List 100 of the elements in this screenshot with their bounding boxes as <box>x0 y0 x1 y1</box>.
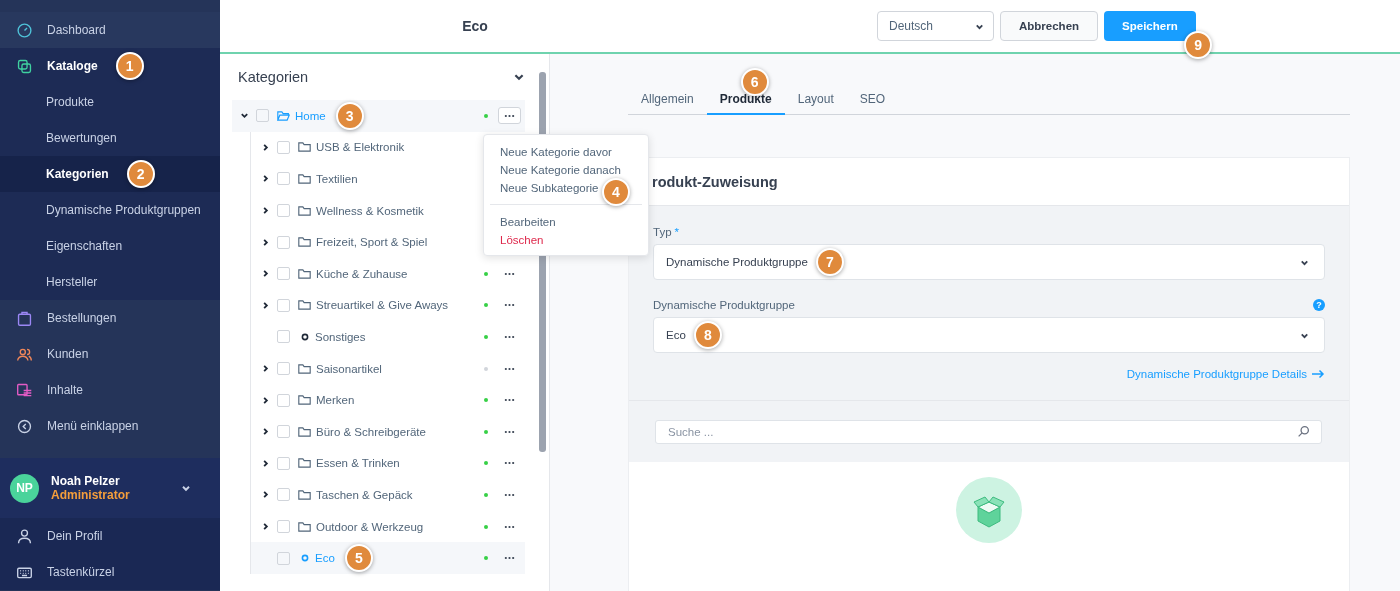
user-name: Noah Pelzer <box>51 474 121 488</box>
select-field[interactable]: Eco 8 <box>653 317 1325 353</box>
checkbox[interactable] <box>277 520 290 533</box>
chevron-right-icon[interactable] <box>261 142 270 152</box>
select-field[interactable]: Dynamische Produktgruppe 7 <box>653 244 1325 280</box>
category-name[interactable]: Sonstiges <box>315 330 366 343</box>
checkbox[interactable] <box>277 456 290 470</box>
more-icon <box>504 334 515 339</box>
checkbox[interactable] <box>277 267 290 281</box>
folder-icon <box>298 204 311 217</box>
checkbox[interactable] <box>277 298 290 312</box>
nav-item[interactable]: Hersteller <box>0 264 220 300</box>
more-icon <box>504 429 515 434</box>
nav-item[interactable]: Kunden <box>0 336 220 372</box>
box-icon <box>956 477 1022 543</box>
menu-item[interactable]: Bearbeiten <box>500 213 556 232</box>
category-name[interactable]: Büro & Schreibgeräte <box>316 425 426 438</box>
checkbox[interactable] <box>277 551 290 565</box>
search-field[interactable]: Suche ... <box>655 420 1322 444</box>
step-badge: 7 <box>815 248 844 276</box>
nav-item[interactable]: Dashboard <box>0 12 220 48</box>
folder-icon <box>298 141 311 154</box>
step-badge: 2 <box>126 160 155 188</box>
checkbox[interactable] <box>277 172 290 186</box>
gauge-icon <box>16 21 33 39</box>
nav-item[interactable]: Dynamische Produktgruppen <box>0 192 220 228</box>
folder-icon <box>298 425 311 438</box>
nav-item[interactable]: Bewertungen <box>0 120 220 156</box>
nav-item[interactable]: Produkte <box>0 84 220 120</box>
menu-item[interactable]: Neue Kategorie danach <box>500 161 621 180</box>
folder-icon <box>298 299 311 312</box>
more-icon <box>504 303 515 308</box>
chevron-right-icon[interactable] <box>261 427 270 437</box>
required-mark: * <box>674 226 680 238</box>
collapse-icon <box>16 417 33 435</box>
tab[interactable]: SEO <box>846 92 899 115</box>
folder-icon <box>298 173 311 185</box>
more-button[interactable] <box>498 107 521 125</box>
nav-item[interactable]: Kataloge 1 <box>0 48 220 84</box>
checkbox[interactable] <box>277 235 290 249</box>
tab[interactable]: Layout <box>784 92 847 115</box>
panel-title: Kategorien <box>238 69 309 85</box>
more-icon <box>504 556 515 561</box>
category-name[interactable]: Freizeit, Sport & Spiel <box>316 236 428 249</box>
chevron-down-icon[interactable] <box>240 111 249 121</box>
category-name[interactable]: Merken <box>316 394 355 407</box>
category-name[interactable]: Taschen & Gepäck <box>316 488 413 501</box>
category-name[interactable]: Essen & Trinken <box>316 457 400 470</box>
checkbox[interactable] <box>277 140 290 154</box>
folder-icon <box>298 236 311 249</box>
chevron-right-icon[interactable] <box>261 237 270 247</box>
chevron-right-icon[interactable] <box>261 458 270 468</box>
nav-item[interactable]: Kategorien 2 <box>0 156 220 192</box>
tab[interactable]: Allgemein <box>628 92 707 115</box>
checkbox[interactable] <box>277 488 290 502</box>
step-badge: 4 <box>602 178 630 207</box>
chevron-right-icon[interactable] <box>261 395 270 405</box>
checkbox[interactable] <box>277 393 290 407</box>
nav-item[interactable]: Bestellungen <box>0 300 220 336</box>
menu-item[interactable]: Neue Kategorie davor <box>500 143 612 162</box>
category-name[interactable]: Küche & Zuhause <box>316 267 408 280</box>
chevron-right-icon[interactable] <box>261 300 270 310</box>
copy-icon <box>16 57 33 75</box>
menu-item[interactable]: Neue Subkategorie <box>500 179 599 198</box>
language-select[interactable]: Deutsch <box>877 11 994 41</box>
category-name[interactable]: Saisonartikel <box>316 362 382 375</box>
folder-icon <box>298 457 311 470</box>
category-name[interactable]: Textilien <box>316 173 358 185</box>
checkbox[interactable] <box>277 425 290 439</box>
chevron-right-icon[interactable] <box>261 269 270 279</box>
chevron-right-icon[interactable] <box>261 522 270 531</box>
nav-item[interactable]: Inhalte <box>0 372 220 408</box>
field-label: Typ <box>653 226 672 238</box>
category-name[interactable]: Wellness & Kosmetik <box>316 204 424 217</box>
content-icon <box>16 381 33 399</box>
user-panel[interactable]: NP Noah Pelzer Administrator <box>0 458 220 518</box>
search-icon[interactable] <box>1297 425 1310 438</box>
checkbox[interactable] <box>256 109 269 123</box>
checkbox[interactable] <box>277 204 290 218</box>
folder-icon <box>298 520 311 533</box>
chevron-right-icon[interactable] <box>261 206 270 216</box>
category-name[interactable]: Streuartikel & Give Aways <box>316 299 449 312</box>
chevron-right-icon[interactable] <box>261 490 270 500</box>
step-badge: 1 <box>115 52 144 80</box>
avatar: NP <box>10 473 39 503</box>
nav-item[interactable]: Eigenschaften <box>0 228 220 264</box>
menu-item[interactable]: Löschen <box>500 231 544 250</box>
category-name[interactable]: Outdoor & Werkzeug <box>316 520 424 533</box>
cancel-button[interactable]: Abbrechen <box>1000 11 1099 41</box>
checkbox[interactable] <box>277 330 290 344</box>
category-name[interactable]: USB & Elektronik <box>316 141 405 154</box>
arrow-right-icon <box>1311 369 1325 379</box>
page-title: Eco <box>461 18 489 34</box>
folder-icon <box>298 488 311 501</box>
nav-item[interactable]: Dein Profil <box>0 518 220 554</box>
nav-item[interactable]: Tastenkürzel <box>0 554 220 590</box>
checkbox[interactable] <box>277 362 290 376</box>
chevron-right-icon[interactable] <box>261 174 270 184</box>
chevron-right-icon[interactable] <box>261 364 270 374</box>
nav-item[interactable]: Menü einklappen <box>0 408 220 444</box>
